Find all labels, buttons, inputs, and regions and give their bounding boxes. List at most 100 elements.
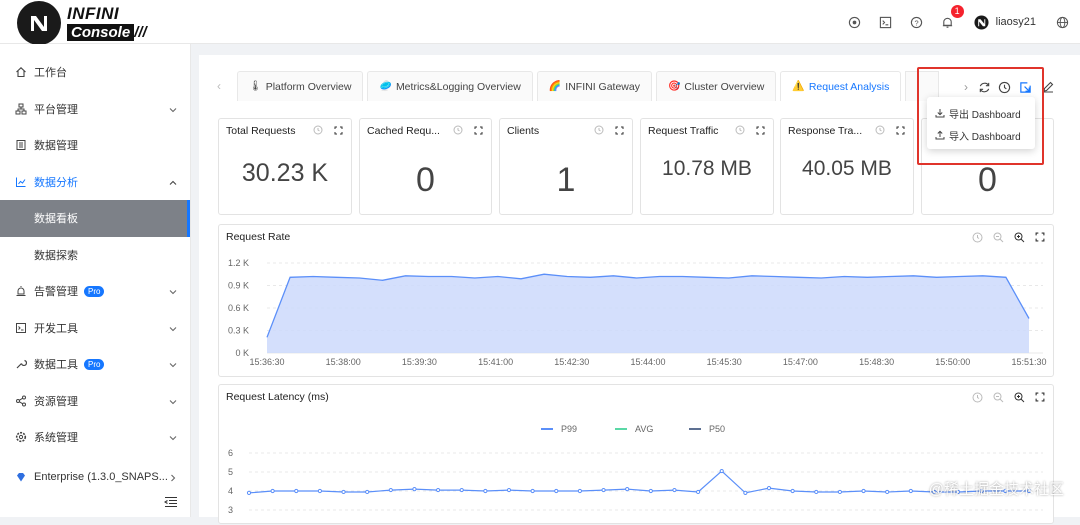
sidebar-item-enterprise[interactable]: Enterprise (1.3.0_SNAPS... bbox=[0, 459, 190, 496]
fullscreen-icon[interactable] bbox=[334, 126, 343, 135]
sidebar-item-alerting[interactable]: 告警管理 Pro bbox=[0, 273, 190, 310]
import-dashboard-item[interactable]: 导入 Dashboard bbox=[927, 124, 1035, 146]
data-point bbox=[744, 491, 747, 494]
sidebar-item-system[interactable]: 系统管理 bbox=[0, 419, 190, 456]
username[interactable]: liaosy21 bbox=[996, 16, 1036, 28]
sidebar-item-label: 系统管理 bbox=[34, 429, 78, 445]
sidebar-item-label: 数据看板 bbox=[34, 210, 78, 226]
tab-label: Cluster Overview bbox=[684, 81, 764, 93]
legend-label: P99 bbox=[561, 424, 577, 434]
logo[interactable]: INFINI Console/// bbox=[17, 1, 147, 45]
data-point bbox=[247, 491, 250, 494]
tab-emoji: ⚠️ bbox=[792, 81, 804, 92]
history-icon[interactable] bbox=[735, 125, 745, 135]
data-point bbox=[649, 489, 652, 492]
console-icon[interactable] bbox=[878, 14, 894, 30]
data-point bbox=[673, 488, 676, 491]
watermark: @稀土掘金技术社区 bbox=[929, 478, 1064, 499]
history-icon[interactable] bbox=[875, 125, 885, 135]
sidebar-item-resources[interactable]: 资源管理 bbox=[0, 383, 190, 420]
legend-label: P50 bbox=[709, 424, 725, 434]
sidebar-item-label: 资源管理 bbox=[34, 393, 78, 409]
y-tick-label: 4 bbox=[228, 486, 233, 496]
legend-label: AVG bbox=[635, 424, 653, 434]
sidebar-item-label: 数据探索 bbox=[34, 247, 78, 263]
y-tick-label: 1.2 K bbox=[228, 258, 249, 268]
history-icon[interactable] bbox=[453, 125, 463, 135]
pro-badge: Pro bbox=[84, 286, 104, 297]
data-point bbox=[767, 487, 770, 490]
collapse-menu-icon[interactable] bbox=[164, 495, 178, 513]
tab-scroll-left-icon[interactable]: ‹ bbox=[217, 79, 233, 93]
sidebar-item-data-management[interactable]: 数据管理 bbox=[0, 127, 190, 164]
fullscreen-icon[interactable] bbox=[474, 126, 483, 135]
card-title: Total Requests bbox=[226, 125, 295, 137]
data-point bbox=[791, 489, 794, 492]
language-globe-icon[interactable] bbox=[1054, 14, 1070, 30]
svg-text:?: ? bbox=[915, 18, 919, 27]
tab-emoji: 🌈 bbox=[549, 81, 561, 92]
card-value: 1 bbox=[500, 161, 632, 200]
sidebar-item-label: Enterprise (1.3.0_SNAPS... bbox=[34, 471, 168, 483]
data-point bbox=[909, 489, 912, 492]
data-point bbox=[838, 490, 841, 493]
x-tick-label: 15:45:30 bbox=[707, 357, 742, 367]
data-point bbox=[720, 469, 723, 472]
export-dashboard-item[interactable]: 导出 Dashboard bbox=[927, 102, 1035, 124]
tab-metrics-logging-overview[interactable]: 🥏Metrics&Logging Overview bbox=[367, 71, 532, 101]
data-point bbox=[578, 489, 581, 492]
tab-cluster-overview[interactable]: 🎯Cluster Overview bbox=[656, 71, 776, 101]
database-icon bbox=[15, 139, 27, 151]
diamond-icon bbox=[15, 471, 27, 483]
tool-icon bbox=[15, 358, 27, 370]
chevron-down-icon bbox=[169, 360, 177, 372]
sidebar-item-workbench[interactable]: 工作台 bbox=[0, 54, 190, 91]
sidebar-item-label: 工作台 bbox=[34, 64, 67, 80]
data-point bbox=[555, 489, 558, 492]
tab-label: Request Analysis bbox=[809, 81, 890, 93]
fullscreen-icon[interactable] bbox=[896, 126, 905, 135]
sidebar: 工作台 平台管理 数据管理 数据分析 数据看板 数据探索 告警管理 Pro 开发… bbox=[0, 44, 191, 517]
request-rate-panel: Request Rate 0 K0.3 K0.6 K0.9 K1.2 K15:3… bbox=[218, 224, 1054, 377]
chevron-down-icon bbox=[169, 433, 177, 445]
card-value: 0 bbox=[922, 161, 1053, 200]
request-latency-panel: Request Latency (ms) 3456P99AVGP50 bbox=[218, 384, 1054, 524]
sidebar-item-dashboard[interactable]: 数据看板 bbox=[0, 200, 190, 237]
chevron-down-icon bbox=[169, 397, 177, 409]
y-tick-label: 5 bbox=[228, 467, 233, 477]
chart-icon bbox=[15, 176, 27, 188]
history-icon[interactable] bbox=[313, 125, 323, 135]
sidebar-item-label: 开发工具 bbox=[34, 320, 78, 336]
y-tick-label: 6 bbox=[228, 448, 233, 458]
data-point bbox=[602, 488, 605, 491]
tab-platform-overview[interactable]: 🌡Platform Overview bbox=[237, 71, 363, 101]
fullscreen-icon[interactable] bbox=[615, 126, 624, 135]
sidebar-item-discover[interactable]: 数据探索 bbox=[0, 237, 190, 274]
card-title: Cached Requ... bbox=[367, 125, 440, 137]
notification-bell-icon[interactable]: 1 bbox=[940, 14, 956, 30]
sidebar-item-platform[interactable]: 平台管理 bbox=[0, 91, 190, 128]
data-point bbox=[886, 490, 889, 493]
help-icon[interactable]: ? bbox=[909, 14, 925, 30]
sidebar-item-data-analysis[interactable]: 数据分析 bbox=[0, 164, 190, 201]
card-value: 0 bbox=[360, 161, 491, 200]
tab-request-analysis[interactable]: ⚠️ Request Analysis bbox=[780, 71, 901, 101]
tab-infini-gateway[interactable]: 🌈INFINI Gateway bbox=[537, 71, 652, 101]
alert-icon bbox=[15, 285, 27, 297]
sidebar-item-data-tools[interactable]: 数据工具 Pro bbox=[0, 346, 190, 383]
data-point bbox=[271, 489, 274, 492]
user-avatar-icon[interactable] bbox=[974, 14, 990, 30]
y-tick-label: 0.3 K bbox=[228, 326, 249, 336]
history-icon[interactable] bbox=[594, 125, 604, 135]
card-value: 40.05 MB bbox=[781, 157, 913, 181]
x-tick-label: 15:36:30 bbox=[249, 357, 284, 367]
request-latency-chart: 3 4 5 6 P99 AVG P50 bbox=[219, 385, 1055, 525]
y-tick-label: 3 bbox=[228, 505, 233, 515]
x-tick-label: 15:51:30 bbox=[1011, 357, 1046, 367]
sidebar-item-dev-tools[interactable]: 开发工具 bbox=[0, 310, 190, 347]
chevron-up-icon bbox=[169, 178, 177, 190]
fullscreen-icon[interactable] bbox=[756, 126, 765, 135]
logo-line2: Console bbox=[67, 24, 134, 41]
cluster-switch-icon[interactable] bbox=[847, 14, 863, 30]
data-point bbox=[531, 489, 534, 492]
